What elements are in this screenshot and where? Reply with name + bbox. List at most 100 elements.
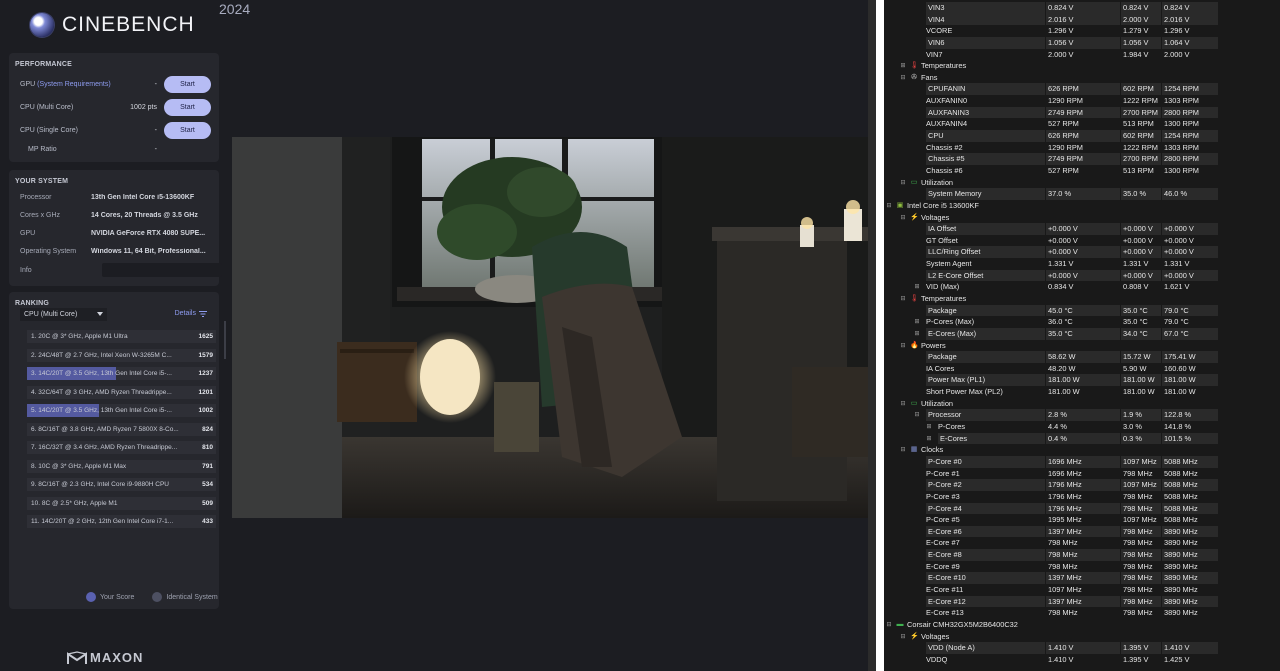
ranking-row[interactable]: 1. 20C @ 3* GHz, Apple M1 Ultra 1625	[27, 330, 216, 343]
expand-icon[interactable]: ⊞	[926, 424, 932, 430]
sensor-row[interactable]: AUXFANIN3 2749 RPM 2700 RPM 2800 RPM	[884, 106, 1280, 119]
sensor-row[interactable]: ⊟ Processor 2.8 % 1.9 % 122.8 %	[884, 409, 1280, 421]
sensor-row[interactable]: P-Core #5 1995 MHz 1097 MHz 5088 MHz	[884, 514, 1280, 526]
collapse-icon[interactable]: ⊟	[900, 296, 906, 302]
expand-icon[interactable]: ⊞	[914, 319, 920, 325]
collapse-icon[interactable]: ⊟	[886, 203, 892, 209]
sensor-name: CPU	[926, 130, 1045, 142]
collapse-icon[interactable]: ⊟	[886, 622, 892, 628]
sensor-row[interactable]: Chassis #6 527 RPM 513 RPM 1300 RPM	[884, 165, 1280, 177]
sensor-row[interactable]: System Agent 1.331 V 1.331 V 1.331 V	[884, 258, 1280, 270]
ranking-row[interactable]: 11. 14C/20T @ 2 GHz, 12th Gen Intel Core…	[27, 515, 216, 528]
sensor-maximum-value: 3890 MHz	[1164, 561, 1198, 571]
sensor-row[interactable]: VDDQ 1.410 V 1.395 V 1.425 V	[884, 654, 1280, 666]
sensor-group-row[interactable]: ⊟ ⚡ Voltages	[884, 212, 1280, 224]
sensor-group-row[interactable]: ⊞ 🌡 Temperatures	[884, 60, 1280, 72]
ranking-row[interactable]: 2. 24C/48T @ 2.7 GHz, Intel Xeon W-3265M…	[27, 348, 216, 362]
collapse-icon[interactable]: ⊟	[900, 447, 906, 453]
sensor-row[interactable]: ⊞ E-Cores 0.4 % 0.3 % 101.5 %	[884, 432, 1280, 445]
info-field[interactable]	[102, 263, 222, 277]
sensor-row[interactable]: ⊞ VID (Max) 0.834 V 0.808 V 1.621 V	[884, 281, 1280, 293]
collapse-icon[interactable]: ⊟	[900, 180, 906, 186]
sensor-group-row[interactable]: ⊟ 🌡 Temperatures	[884, 293, 1280, 305]
sensor-row[interactable]: CPUFANIN 626 RPM 602 RPM 1254 RPM	[884, 83, 1280, 96]
sensor-row[interactable]: VIN3 0.824 V 0.824 V 0.824 V	[884, 2, 1280, 14]
sensor-group-row[interactable]: ⊟ 🔥 Powers	[884, 340, 1280, 352]
expand-icon[interactable]: ⊞	[926, 436, 932, 442]
sensor-group-row[interactable]: ⊟ ▬ Corsair CMH32GX5M2B6400C32	[884, 619, 1280, 631]
sensor-group-row[interactable]: ⊟ ▭ Utilization	[884, 177, 1280, 189]
sensor-maximum-value: 181.00 W	[1164, 387, 1196, 397]
sensor-row[interactable]: Power Max (PL1) 181.00 W 181.00 W 181.00 W	[884, 374, 1280, 387]
cpu-multi-start-button[interactable]: Start	[164, 98, 211, 116]
sensor-row[interactable]: Package 58.62 W 15.72 W 175.41 W	[884, 351, 1280, 363]
expand-icon[interactable]: ⊞	[900, 63, 906, 69]
sensor-row[interactable]: E-Core #7 798 MHz 798 MHz 3890 MHz	[884, 537, 1280, 549]
ranking-row[interactable]: 8. 10C @ 3* GHz, Apple M1 Max 791	[27, 459, 216, 473]
ranking-row[interactable]: 4. 32C/64T @ 3 GHz, AMD Ryzen Threadripp…	[27, 385, 216, 399]
collapse-icon[interactable]: ⊟	[914, 412, 920, 418]
sensor-row[interactable]: P-Core #4 1796 MHz 798 MHz 5088 MHz	[884, 502, 1280, 515]
ranking-row[interactable]: 3. 14C/20T @ 3.5 GHz, 13th Gen Intel Cor…	[27, 367, 216, 380]
expand-icon[interactable]: ⊞	[914, 284, 920, 290]
sensor-row[interactable]: E-Core #11 1097 MHz 798 MHz 3890 MHz	[884, 584, 1280, 596]
sensor-group-row[interactable]: ⊟ ▦ Clocks	[884, 444, 1280, 456]
sensor-group-row[interactable]: ⊟ ⚡ Voltages	[884, 631, 1280, 643]
sensor-row[interactable]: P-Core #2 1796 MHz 1097 MHz 5088 MHz	[884, 479, 1280, 491]
sensor-row[interactable]: GT Offset +0.000 V +0.000 V +0.000 V	[884, 235, 1280, 247]
sensor-row[interactable]: ⊞ E-Cores (Max) 35.0 °C 34.0 °C 67.0 °C	[884, 327, 1280, 340]
sensor-row[interactable]: E-Core #12 1397 MHz 798 MHz 3890 MHz	[884, 595, 1280, 608]
sensor-row[interactable]: E-Core #13 798 MHz 798 MHz 3890 MHz	[884, 607, 1280, 619]
sensor-row[interactable]: Package 45.0 °C 35.0 °C 79.0 °C	[884, 304, 1280, 317]
sensor-current-value: 1696 MHz	[1046, 455, 1120, 468]
sensor-row[interactable]: IA Offset +0.000 V +0.000 V +0.000 V	[884, 223, 1280, 235]
sensor-row[interactable]: VIN7 2.000 V 1.984 V 2.000 V	[884, 49, 1280, 61]
collapse-icon[interactable]: ⊟	[900, 75, 906, 81]
collapse-icon[interactable]: ⊟	[900, 634, 906, 640]
sensor-row[interactable]: VCORE 1.296 V 1.279 V 1.296 V	[884, 25, 1280, 37]
collapse-icon[interactable]: ⊟	[900, 401, 906, 407]
sensor-row[interactable]: LLC/Ring Offset +0.000 V +0.000 V +0.000 V	[884, 246, 1280, 259]
sensor-minimum-value: 798 MHz	[1123, 538, 1153, 548]
sensor-row[interactable]: CPU 626 RPM 602 RPM 1254 RPM	[884, 130, 1280, 142]
sensor-row[interactable]: Chassis #2 1290 RPM 1222 RPM 1303 RPM	[884, 142, 1280, 154]
sensor-row[interactable]: System Memory 37.0 % 35.0 % 46.0 %	[884, 188, 1280, 200]
sensor-row[interactable]: E-Core #9 798 MHz 798 MHz 3890 MHz	[884, 561, 1280, 573]
cpu-single-start-button[interactable]: Start	[164, 121, 211, 139]
sensor-row[interactable]: AUXFANIN0 1290 RPM 1222 RPM 1303 RPM	[884, 95, 1280, 107]
sensor-group-row[interactable]: ⊟ ▭ Utilization	[884, 398, 1280, 410]
legend-your-score: Your Score	[100, 593, 135, 601]
ranking-row[interactable]: 9. 8C/16T @ 2.3 GHz, Intel Core i9-9880H…	[27, 478, 216, 491]
sensor-row[interactable]: P-Core #1 1696 MHz 798 MHz 5088 MHz	[884, 468, 1280, 480]
sensor-row[interactable]: IA Cores 48.20 W 5.90 W 160.60 W	[884, 363, 1280, 375]
sensor-row[interactable]: VDD (Node A) 1.410 V 1.395 V 1.410 V	[884, 642, 1280, 654]
sensor-row[interactable]: ⊞ P-Cores (Max) 36.0 °C 35.0 °C 79.0 °C	[884, 316, 1280, 328]
sensor-row[interactable]: VIN4 2.016 V 2.000 V 2.016 V	[884, 13, 1280, 26]
sensor-row[interactable]: VIN6 1.056 V 1.056 V 1.064 V	[884, 36, 1280, 49]
sensor-row[interactable]: ⊞ P-Cores 4.4 % 3.0 % 141.8 %	[884, 421, 1280, 433]
sensor-row[interactable]: AUXFANIN4 527 RPM 513 RPM 1300 RPM	[884, 118, 1280, 130]
sensor-row[interactable]: E-Core #10 1397 MHz 798 MHz 3890 MHz	[884, 572, 1280, 584]
sensor-row[interactable]: P-Core #3 1796 MHz 798 MHz 5088 MHz	[884, 491, 1280, 503]
sensor-row[interactable]: E-Core #8 798 MHz 798 MHz 3890 MHz	[884, 549, 1280, 561]
collapse-icon[interactable]: ⊟	[900, 215, 906, 221]
sensor-group-row[interactable]: ⊟ ✇ Fans	[884, 72, 1280, 84]
ranking-scrollbar[interactable]	[224, 321, 226, 359]
ranking-row[interactable]: 5. 14C/20T @ 3.5 GHz, 13th Gen Intel Cor…	[27, 404, 216, 417]
sensor-row[interactable]: P-Core #0 1696 MHz 1097 MHz 5088 MHz	[884, 455, 1280, 468]
ranking-row[interactable]: 6. 8C/16T @ 3.8 GHz, AMD Ryzen 7 5800X 8…	[27, 422, 216, 436]
sensor-group-row[interactable]: ⊟ ▣ Intel Core i5 13600KF	[884, 200, 1280, 212]
system-requirements-link[interactable]: (System Requirements)	[37, 81, 111, 88]
details-button[interactable]: Details	[175, 310, 207, 317]
sensor-row[interactable]: Short Power Max (PL2) 181.00 W 181.00 W 181…	[884, 386, 1280, 398]
sensor-row[interactable]: L2 E-Core Offset +0.000 V +0.000 V +0.000 V	[884, 269, 1280, 282]
collapse-icon[interactable]: ⊟	[900, 343, 906, 349]
sensor-row[interactable]: Chassis #5 2749 RPM 2700 RPM 2800 RPM	[884, 153, 1280, 165]
gpu-start-button[interactable]: Start	[164, 75, 211, 93]
ranking-row[interactable]: 7. 16C/32T @ 3.4 GHz, AMD Ryzen Threadri…	[27, 441, 216, 454]
cinebench-sphere-icon	[30, 13, 54, 37]
ranking-category-select[interactable]: CPU (Multi Core)	[20, 308, 107, 321]
sensor-row[interactable]: E-Core #6 1397 MHz 798 MHz 3890 MHz	[884, 525, 1280, 538]
expand-icon[interactable]: ⊞	[914, 331, 920, 337]
ranking-row[interactable]: 10. 8C @ 2.5* GHz, Apple M1 509	[27, 496, 216, 510]
